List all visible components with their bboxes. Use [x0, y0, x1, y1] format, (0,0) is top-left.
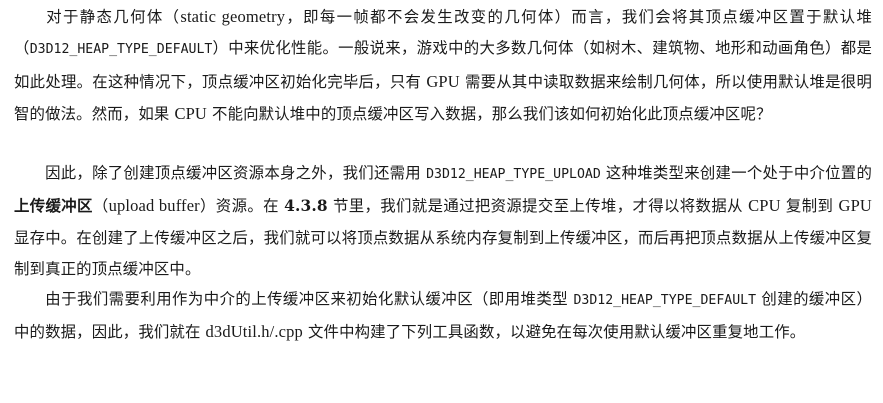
paragraph-upload-buffer: 因此，除了创建顶点缓冲区资源本身之外，我们还需用 D3D12_HEAP_TYPE…: [14, 158, 872, 286]
document-page: 对于静态几何体（static geometry，即每一帧都不会发生改变的几何体）…: [0, 0, 883, 403]
text-run: ）资源。在: [199, 197, 285, 216]
text-run: 节里，我们就是通过把资源提交至上传堆，才得以将数据从: [327, 197, 749, 216]
text-run: 文件中构建了下列工具函数，以避免在每次使用默认缓冲区重复地工作。: [302, 323, 806, 342]
text-run: （: [92, 197, 109, 216]
paragraph-static-geometry: 对于静态几何体（static geometry，即每一帧都不会发生改变的几何体）…: [14, 1, 872, 131]
latin-term: upload buffer: [108, 196, 200, 216]
code-identifier: D3D12_HEAP_TYPE_UPLOAD: [426, 167, 601, 182]
text-run: 这种堆类型来创建一个处于中介位置的: [600, 164, 873, 182]
latin-term: CPU: [748, 196, 781, 216]
latin-term: static geometry: [180, 7, 286, 26]
latin-term: d3dUtil.h/.cpp: [205, 322, 303, 342]
text-run: 因此，除了创建顶点缓冲区资源本身之外，我们还需用: [45, 164, 427, 182]
latin-term: CPU: [174, 104, 208, 124]
text-run: 复制到: [780, 197, 839, 216]
paragraph-utility-function: 由于我们需要利用作为中介的上传缓冲区来初始化默认缓冲区（即用堆类型 D3D12_…: [14, 284, 872, 349]
code-identifier: D3D12_HEAP_TYPE_DEFAULT: [573, 293, 757, 308]
text-run: 显存中。在创建了上传缓冲区之后，我们就可以将顶点数据从系统内存复制到上传缓冲区，…: [14, 228, 872, 279]
bold-term: 上传缓冲区: [14, 197, 93, 216]
latin-term: GPU: [426, 71, 460, 91]
text-run: 由于我们需要利用作为中介的上传缓冲区来初始化默认缓冲区（即用堆类型: [45, 290, 574, 308]
latin-term: GPU: [838, 196, 872, 216]
text-run: 对于静态几何体（: [45, 8, 181, 26]
bold-term: 4.3.8: [284, 197, 328, 216]
text-run: 不能向默认堆中的顶点缓冲区写入数据，那么我们该如何初始化此顶点缓冲区呢？: [207, 105, 772, 124]
code-identifier: D3D12_HEAP_TYPE_DEFAULT: [29, 42, 213, 58]
